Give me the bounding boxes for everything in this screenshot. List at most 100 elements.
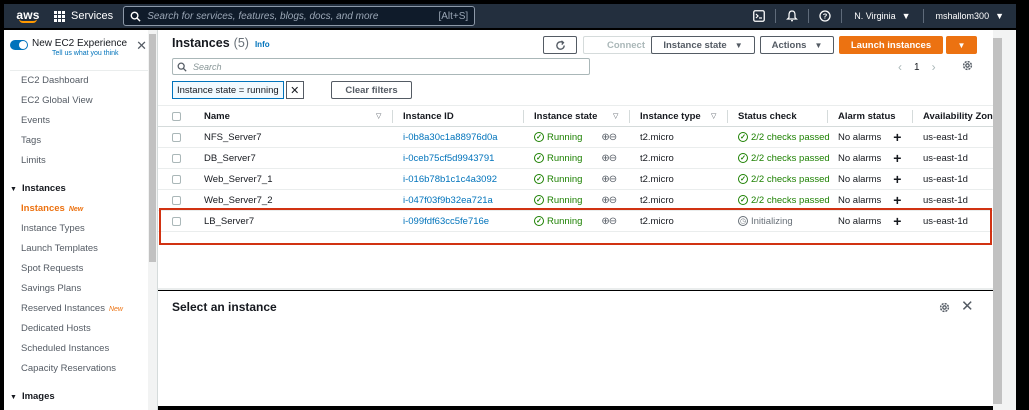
instance-name[interactable]: LB_Server7	[204, 211, 254, 231]
column-header-name[interactable]: Name	[204, 106, 230, 126]
global-search-input[interactable]: Search for services, features, blogs, do…	[123, 6, 476, 26]
zoom-icons[interactable]: ⊕⊖	[601, 174, 617, 185]
instance-search-placeholder: Search	[193, 61, 222, 72]
select-all-checkbox[interactable]	[172, 111, 181, 121]
status-check-value: 2/2 checks passed	[751, 173, 830, 185]
column-header-instance-id[interactable]: Instance ID	[403, 106, 454, 126]
instance-details-panel: Select an instance ✕	[158, 291, 993, 406]
page-scrollbar[interactable]	[993, 30, 1016, 410]
close-icon[interactable]: ✕	[961, 297, 974, 315]
scrollbar-thumb[interactable]	[993, 38, 1002, 404]
sidebar-section-images[interactable]: ▼ Images	[4, 387, 157, 407]
add-alarm-plus-icon[interactable]: +	[893, 171, 901, 187]
sidebar-section-label: Images	[21, 391, 55, 402]
running-status-icon: ✓	[534, 216, 544, 226]
instance-state-value: Running	[547, 215, 583, 227]
table-row[interactable]: DB_Server7 i-0ceb75cf5d9943791 ✓ Running ⊕⊖ t…	[158, 148, 993, 169]
table-row[interactable]: Web_Server7_2 i-047f03f9b32ea721a ✓ Running…	[158, 190, 993, 211]
column-header-instance-state[interactable]: Instance state	[534, 106, 597, 126]
refresh-button[interactable]	[543, 36, 577, 54]
aws-logo[interactable]: aws	[8, 4, 48, 28]
notifications-bell-icon[interactable]	[776, 4, 808, 28]
sidebar-item-capacity-reservations[interactable]: Capacity Reservations	[21, 359, 157, 379]
current-page[interactable]: 1	[914, 62, 920, 73]
filter-icon[interactable]: ▽	[711, 112, 716, 120]
table-row[interactable]: Web_Server7_1 i-016b78b1c1c4a3092 ✓ Running…	[158, 169, 993, 190]
column-header-availability-zone[interactable]: Availability Zone	[923, 106, 998, 126]
sidebar-item-dedicated-hosts[interactable]: Dedicated Hosts	[21, 319, 157, 339]
instance-id-link[interactable]: i-099fdf63cc5fe716e	[403, 211, 489, 231]
sidebar-item-spot-requests[interactable]: Spot Requests	[21, 259, 157, 279]
instance-name[interactable]: Web_Server7_2	[204, 190, 272, 210]
sidebar-item-savings-plans[interactable]: Savings Plans	[21, 279, 157, 299]
add-alarm-plus-icon[interactable]: +	[893, 129, 901, 145]
add-alarm-plus-icon[interactable]: +	[893, 192, 901, 208]
column-header-instance-type[interactable]: Instance type	[640, 106, 701, 126]
actions-dropdown[interactable]: Actions ▼	[760, 36, 834, 54]
remove-filter-icon[interactable]: ✕	[285, 81, 304, 99]
sidebar-item-tags[interactable]: Tags	[21, 131, 157, 151]
sidebar-item-limits[interactable]: Limits	[21, 151, 157, 171]
filter-icon[interactable]: ▽	[613, 112, 618, 120]
sidebar-item-ec2-dashboard[interactable]: EC2 Dashboard	[21, 71, 157, 91]
grid-icon	[54, 10, 65, 22]
clear-filters-button[interactable]: Clear filters	[331, 81, 412, 99]
instance-name[interactable]: Web_Server7_1	[204, 169, 272, 189]
add-alarm-plus-icon[interactable]: +	[893, 150, 901, 166]
row-checkbox[interactable]	[172, 132, 181, 142]
instance-id-link[interactable]: i-047f03f9b32ea721a	[403, 190, 493, 210]
instance-name[interactable]: DB_Server7	[204, 148, 256, 168]
previous-page-icon[interactable]: ‹	[898, 60, 902, 74]
aws-smile-icon	[19, 19, 37, 23]
row-checkbox[interactable]	[172, 153, 181, 163]
column-separator	[392, 110, 393, 123]
instance-id-link[interactable]: i-0b8a30c1a88976d0a	[403, 127, 498, 147]
sidebar-item-reserved-instances[interactable]: Reserved Instances New	[21, 299, 157, 319]
sidebar-item-launch-templates[interactable]: Launch Templates	[21, 239, 157, 259]
instance-state-value: Running	[547, 152, 583, 164]
row-checkbox[interactable]	[172, 174, 181, 184]
account-menu[interactable]: mshallom300 ▼	[924, 11, 1016, 21]
feedback-link[interactable]: Tell us what you think	[52, 50, 127, 57]
services-menu-button[interactable]: Services	[54, 4, 113, 28]
launch-options-dropdown[interactable]: ▼	[946, 36, 977, 54]
table-row[interactable]: NFS_Server7 i-0b8a30c1a88976d0a ✓ Running ⊕⊖…	[158, 127, 993, 148]
scrollbar-thumb[interactable]	[149, 34, 156, 262]
add-alarm-plus-icon[interactable]: +	[893, 213, 901, 229]
zoom-icons[interactable]: ⊕⊖	[601, 195, 617, 206]
row-checkbox[interactable]	[172, 195, 181, 205]
table-row[interactable]: LB_Server7 i-099fdf63cc5fe716e ✓ Running ⊕⊖ t…	[158, 211, 993, 232]
instances-panel: Instances (5) Info Connect Instance stat…	[158, 30, 998, 316]
instance-search-input[interactable]: Search	[172, 58, 590, 75]
zoom-icons[interactable]: ⊕⊖	[601, 132, 617, 143]
launch-instances-button[interactable]: Launch instances	[839, 36, 943, 54]
column-header-alarm-status[interactable]: Alarm status	[838, 106, 896, 126]
cloudshell-icon[interactable]	[743, 4, 775, 28]
new-experience-toggle[interactable]	[10, 40, 28, 50]
sidebar-item-instance-types[interactable]: Instance Types	[21, 219, 157, 239]
sidebar-item-instances[interactable]: Instances New	[21, 199, 157, 219]
sidebar-section-instances[interactable]: ▼ Instances	[4, 179, 157, 199]
info-link[interactable]: Info	[255, 40, 270, 49]
gear-icon[interactable]	[938, 301, 951, 317]
column-header-status-check[interactable]: Status check	[738, 106, 797, 126]
sort-icon[interactable]: ▽	[376, 112, 381, 120]
region-selector[interactable]: N. Virginia ▼	[842, 11, 922, 21]
instance-state-value: Running	[547, 131, 583, 143]
sidebar-scrollbar[interactable]	[148, 30, 157, 410]
zoom-icons[interactable]: ⊕⊖	[601, 153, 617, 164]
preferences-gear-icon[interactable]	[961, 59, 974, 75]
filter-token-label[interactable]: Instance state = running	[172, 81, 284, 99]
sidebar-item-events[interactable]: Events	[21, 111, 157, 131]
help-icon[interactable]: ?	[809, 4, 841, 28]
next-page-icon[interactable]: ›	[932, 60, 936, 74]
close-icon[interactable]: ✕	[136, 38, 147, 54]
sidebar-item-ec2-global-view[interactable]: EC2 Global View	[21, 91, 157, 111]
instance-id-link[interactable]: i-0ceb75cf5d9943791	[403, 148, 494, 168]
instance-state-dropdown[interactable]: Instance state ▼	[651, 36, 755, 54]
sidebar-item-scheduled-instances[interactable]: Scheduled Instances	[21, 339, 157, 359]
instance-id-link[interactable]: i-016b78b1c1c4a3092	[403, 169, 497, 189]
zoom-icons[interactable]: ⊕⊖	[601, 216, 617, 227]
row-checkbox[interactable]	[172, 216, 181, 226]
instance-name[interactable]: NFS_Server7	[204, 127, 262, 147]
